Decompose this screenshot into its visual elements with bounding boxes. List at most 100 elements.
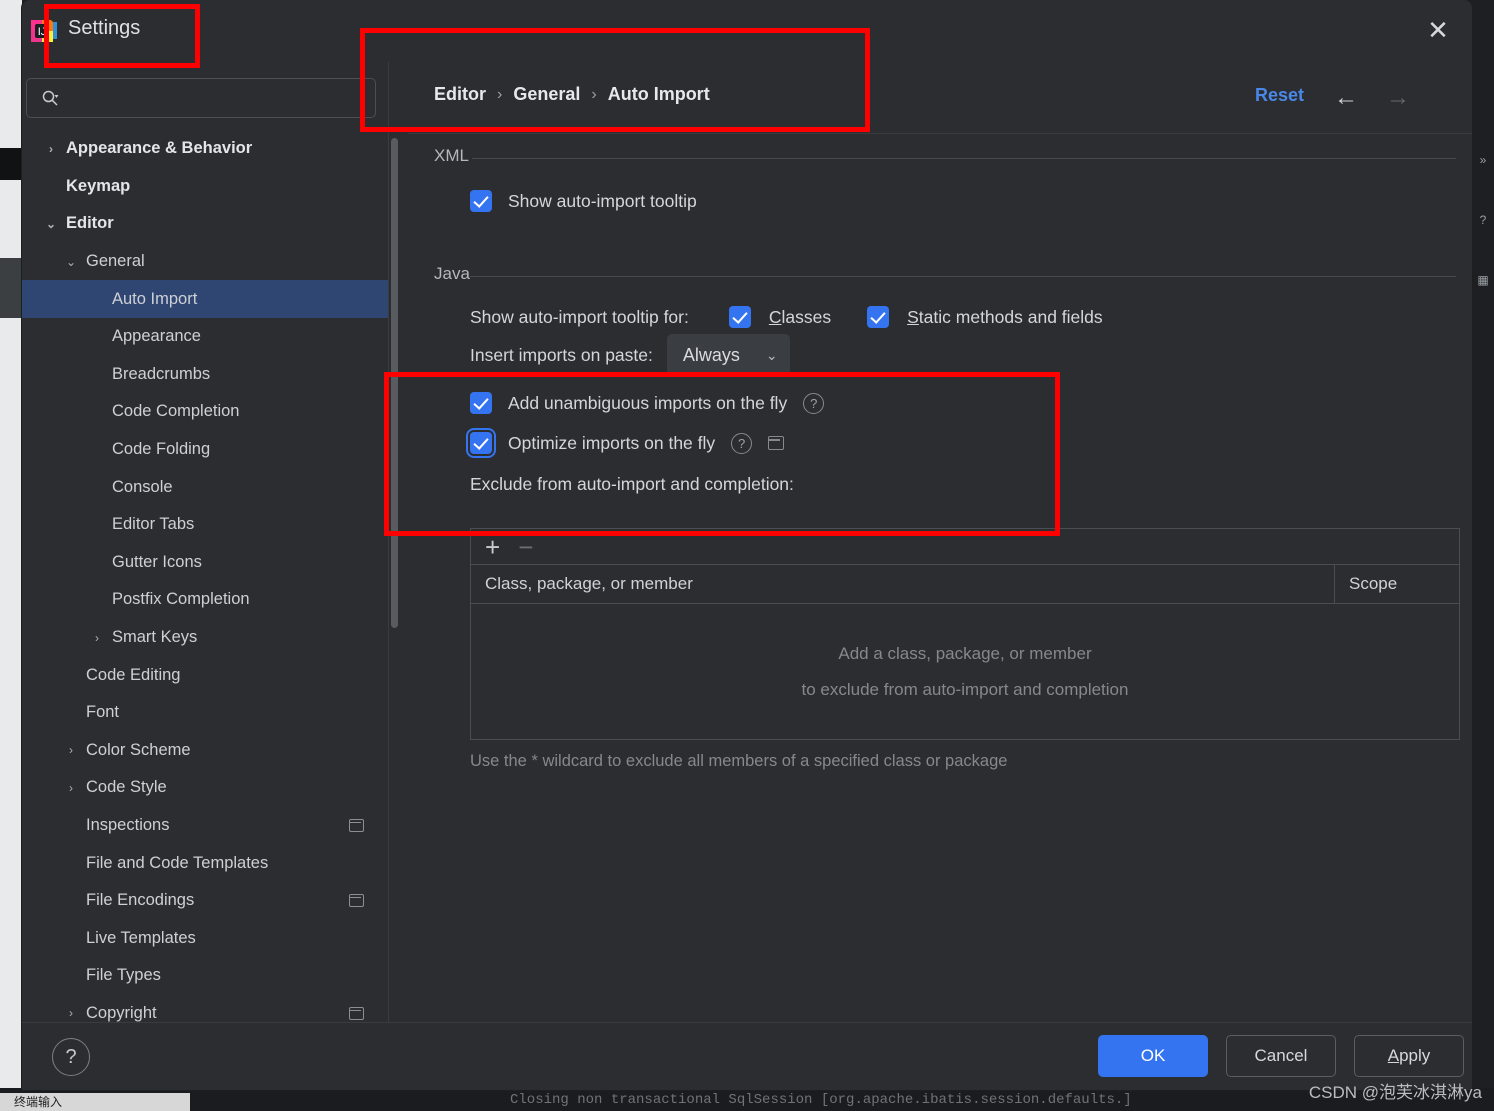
sidebar-item-code-style[interactable]: › Code Style xyxy=(22,769,388,807)
background-status-text: 终端输入 xyxy=(14,1095,63,1109)
sidebar-item-label: Editor xyxy=(66,214,114,233)
sidebar-item-label: Console xyxy=(112,477,173,496)
java-add-unambiguous-checkbox[interactable] xyxy=(470,392,492,414)
breadcrumb: Editor › General › Auto Import xyxy=(434,84,710,105)
svg-text:IJ: IJ xyxy=(38,26,47,38)
arrow-right-icon[interactable]: → xyxy=(1382,84,1414,112)
sidebar-item-code-folding[interactable]: Code Folding xyxy=(22,431,388,469)
java-static-label: Static methods and fields xyxy=(907,306,1103,327)
sidebar-item-copyright[interactable]: › Copyright xyxy=(22,995,388,1022)
sidebar-item-file-and-code-templates[interactable]: File and Code Templates xyxy=(22,844,388,882)
settings-content: XML Show auto-import tooltip Java Show a… xyxy=(408,134,1472,1022)
chevron-right-icon[interactable]: › xyxy=(62,1006,80,1020)
chevron-right-icon[interactable]: › xyxy=(88,631,106,645)
java-exclude-label-row: Exclude from auto-import and completion: xyxy=(470,474,1472,495)
sidebar-item-breadcrumbs[interactable]: Breadcrumbs xyxy=(22,356,388,394)
chevron-right-icon[interactable]: › xyxy=(62,781,80,795)
background-status-chip: 终端输入 xyxy=(0,1093,190,1111)
search-icon xyxy=(41,89,59,107)
sidebar-item-label: Inspections xyxy=(86,815,170,834)
sidebar-item-file-encodings[interactable]: File Encodings xyxy=(22,882,388,920)
sidebar-item-code-completion[interactable]: Code Completion xyxy=(22,393,388,431)
chevron-down-icon[interactable]: ⌄ xyxy=(62,255,80,269)
sidebar-item-label: Keymap xyxy=(66,176,131,195)
apply-button[interactable]: Apply xyxy=(1354,1035,1464,1077)
java-insert-on-paste-row: Insert imports on paste: Always ⌄ xyxy=(470,334,1472,376)
sidebar-item-label: Color Scheme xyxy=(86,740,191,759)
breadcrumb-separator: › xyxy=(497,85,503,103)
question-mark-icon[interactable]: ? xyxy=(52,1038,90,1076)
breadcrumb-separator: › xyxy=(591,85,597,103)
java-classes-checkbox[interactable] xyxy=(728,306,751,328)
chevron-down-icon[interactable]: ⌄ xyxy=(42,217,60,231)
sidebar-item-label: Font xyxy=(86,703,120,722)
search-input[interactable] xyxy=(67,88,351,108)
watermark: CSDN @泡芙冰淇淋ya xyxy=(1308,1083,1482,1102)
sidebar-item-file-types[interactable]: File Types xyxy=(22,957,388,995)
project-scope-badge-icon xyxy=(349,894,364,908)
empty-state-line-1: Add a class, package, or member xyxy=(838,644,1092,663)
breadcrumb-item-general[interactable]: General xyxy=(513,84,580,105)
close-icon[interactable]: ✕ xyxy=(1420,12,1456,48)
sidebar-item-smart-keys[interactable]: › Smart Keys xyxy=(22,619,388,657)
settings-dialog: IJ Settings ✕ › Appearance & Behavior Ke… xyxy=(22,0,1472,1090)
chevron-right-icon[interactable]: › xyxy=(42,142,60,156)
settings-tree[interactable]: › Appearance & Behavior Keymap ⌄ Editor ⌄ Gene… xyxy=(22,130,388,1022)
sidebar-item-appearance[interactable]: Appearance xyxy=(22,318,388,356)
sidebar-item-live-templates[interactable]: Live Templates xyxy=(22,919,388,957)
group-title-xml: XML xyxy=(434,146,479,166)
plus-icon[interactable]: + xyxy=(485,534,500,560)
sidebar-item-auto-import[interactable]: Auto Import xyxy=(22,280,388,318)
sidebar-item-label: Code Folding xyxy=(112,440,211,459)
intellij-idea-logo-icon: IJ xyxy=(28,16,58,46)
dialog-footer: ? OK Cancel Apply xyxy=(22,1023,1472,1090)
java-classes-label: Classes xyxy=(768,306,832,327)
search-field[interactable] xyxy=(26,78,376,118)
sidebar-item-label: Appearance & Behavior xyxy=(66,139,253,158)
sidebar-item-label: Copyright xyxy=(86,1003,157,1022)
ok-button[interactable]: OK xyxy=(1098,1035,1208,1077)
breadcrumb-bar: Editor › General › Auto Import Reset ← → xyxy=(408,62,1472,134)
group-title-java: Java xyxy=(434,264,480,284)
java-optimize-checkbox[interactable] xyxy=(466,428,496,458)
sidebar-scrollbar[interactable] xyxy=(391,138,398,628)
dialog-title: Settings xyxy=(68,17,141,39)
help-icon[interactable]: ? xyxy=(731,432,753,454)
group-rule-xml xyxy=(472,158,1456,159)
cancel-button[interactable]: Cancel xyxy=(1226,1035,1336,1077)
sidebar-item-editor-tabs[interactable]: Editor Tabs xyxy=(22,506,388,544)
sidebar-item-label: General xyxy=(86,252,145,271)
insert-imports-on-paste-select[interactable]: Always ⌄ xyxy=(666,334,790,376)
group-java: Java xyxy=(408,264,1472,288)
column-header-class: Class, package, or member xyxy=(471,565,1335,603)
sidebar-item-general[interactable]: ⌄ General xyxy=(22,243,388,281)
sidebar-item-appearance-behavior[interactable]: › Appearance & Behavior xyxy=(22,130,388,168)
sidebar-item-label: Auto Import xyxy=(112,289,198,308)
xml-show-tooltip-row[interactable]: Show auto-import tooltip xyxy=(470,190,1472,212)
sidebar-item-label: Postfix Completion xyxy=(112,590,250,609)
sidebar-item-inspections[interactable]: Inspections xyxy=(22,807,388,845)
sidebar-item-editor[interactable]: ⌄ Editor xyxy=(22,205,388,243)
sidebar-item-keymap[interactable]: Keymap xyxy=(22,168,388,206)
sidebar-item-gutter-icons[interactable]: Gutter Icons xyxy=(22,544,388,582)
chevron-right-icon[interactable]: › xyxy=(62,743,80,757)
sidebar-item-label: Breadcrumbs xyxy=(112,364,211,383)
xml-show-tooltip-checkbox[interactable] xyxy=(470,190,492,212)
sidebar-item-label: Code Style xyxy=(86,778,167,797)
sidebar-item-color-scheme[interactable]: › Color Scheme xyxy=(22,732,388,770)
sidebar-item-label: Smart Keys xyxy=(112,628,198,647)
breadcrumb-item-auto-import[interactable]: Auto Import xyxy=(608,84,710,105)
sidebar-item-code-editing[interactable]: Code Editing xyxy=(22,656,388,694)
sidebar-divider xyxy=(388,62,389,1022)
sidebar-item-font[interactable]: Font xyxy=(22,694,388,732)
reset-button[interactable]: Reset xyxy=(1255,85,1304,106)
java-add-unambiguous-row[interactable]: Add unambiguous imports on the fly ? xyxy=(470,392,1472,414)
java-static-checkbox[interactable] xyxy=(867,306,890,328)
minus-icon: − xyxy=(518,531,534,562)
breadcrumb-item-editor[interactable]: Editor xyxy=(434,84,486,105)
java-optimize-row[interactable]: Optimize imports on the fly ? xyxy=(466,428,1472,458)
help-icon[interactable]: ? xyxy=(803,392,825,414)
arrow-left-icon[interactable]: ← xyxy=(1330,84,1362,112)
sidebar-item-postfix-completion[interactable]: Postfix Completion xyxy=(22,581,388,619)
sidebar-item-console[interactable]: Console xyxy=(22,468,388,506)
